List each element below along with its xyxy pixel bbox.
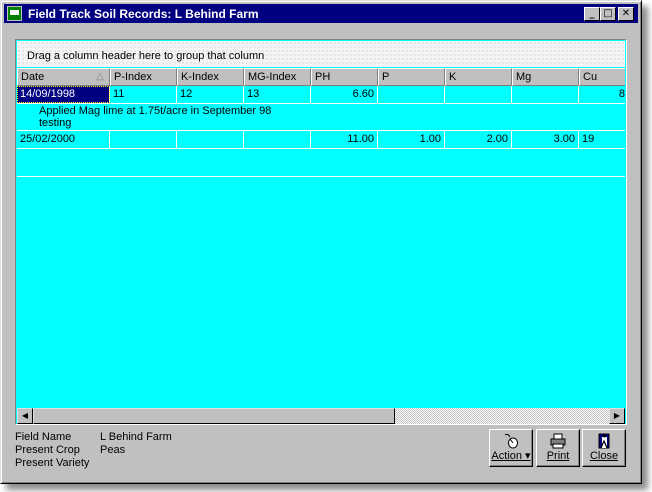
scroll-right-button[interactable]: ▶ xyxy=(609,408,625,424)
printer-icon xyxy=(550,433,566,449)
cell-mg[interactable]: 3.00 xyxy=(512,131,579,148)
minimize-button[interactable]: _ xyxy=(584,7,600,21)
soil-records-grid[interactable]: Drag a column header here to group that … xyxy=(15,39,627,425)
maximize-button[interactable]: □ xyxy=(600,7,616,21)
column-header-mg[interactable]: Mg xyxy=(512,68,579,86)
column-header-cu[interactable]: Cu xyxy=(579,68,625,86)
column-header-p-index[interactable]: P-Index xyxy=(110,68,177,86)
action-button[interactable]: Action ▾ xyxy=(489,429,533,467)
present-crop-value: Peas xyxy=(100,444,126,456)
cell-p[interactable] xyxy=(378,86,445,103)
mouse-icon xyxy=(504,433,518,449)
cell-mg[interactable] xyxy=(512,86,579,103)
cell-k-index[interactable] xyxy=(177,131,244,148)
cell-date[interactable]: 14/09/1998 xyxy=(17,86,110,103)
print-button-label: Print xyxy=(546,450,570,462)
row-note[interactable]: testing xyxy=(39,117,71,129)
close-window-button[interactable]: ✕ xyxy=(618,7,634,21)
field-name-value: L Behind Farm xyxy=(100,431,172,443)
action-button-label: Action ▾ xyxy=(491,450,531,462)
grid-body: 14/09/1998 11 12 13 6.60 8 Applied Mag l… xyxy=(17,86,625,408)
present-variety-label: Present Variety xyxy=(15,457,90,469)
column-header-k[interactable]: K xyxy=(445,68,512,86)
cell-k[interactable]: 2.00 xyxy=(445,131,512,148)
table-row[interactable]: 14/09/1998 11 12 13 6.60 8 xyxy=(17,86,625,104)
cell-p[interactable]: 1.00 xyxy=(378,131,445,148)
column-header-row: Date △ P-Index K-Index MG-Index PH P K M… xyxy=(17,68,625,86)
print-button[interactable]: Print xyxy=(536,429,580,467)
column-header-k-index[interactable]: K-Index xyxy=(177,68,244,86)
exit-icon xyxy=(598,433,610,449)
close-button-label: Close xyxy=(589,450,619,462)
column-header-mg-index[interactable]: MG-Index xyxy=(244,68,311,86)
group-by-hint: Drag a column header here to group that … xyxy=(27,50,265,62)
cell-k[interactable] xyxy=(445,86,512,103)
present-crop-label: Present Crop xyxy=(15,444,80,456)
column-header-date[interactable]: Date △ xyxy=(17,68,110,86)
sort-ascending-icon: △ xyxy=(96,71,104,82)
group-by-panel[interactable]: Drag a column header here to group that … xyxy=(17,41,625,67)
cell-cu[interactable]: 8 xyxy=(579,86,625,103)
field-name-label: Field Name xyxy=(15,431,72,443)
cell-mg-index[interactable] xyxy=(244,131,311,148)
row-note[interactable]: Applied Mag lime at 1.75t/acre in Septem… xyxy=(39,105,271,117)
cell-mg-index[interactable]: 13 xyxy=(244,86,311,103)
scroll-thumb[interactable] xyxy=(33,408,395,424)
column-header-ph[interactable]: PH xyxy=(311,68,378,86)
horizontal-scrollbar[interactable]: ◀ ▶ xyxy=(17,408,625,424)
close-button[interactable]: Close xyxy=(582,429,626,467)
app-icon[interactable] xyxy=(7,6,22,21)
cell-date[interactable]: 25/02/2000 xyxy=(17,131,110,148)
cell-ph[interactable]: 11.00 xyxy=(311,131,378,148)
cell-cu[interactable]: 19 xyxy=(579,131,625,148)
scroll-left-button[interactable]: ◀ xyxy=(17,408,33,424)
cell-p-index[interactable] xyxy=(110,131,177,148)
column-header-p[interactable]: P xyxy=(378,68,445,86)
window-title: Field Track Soil Records: L Behind Farm xyxy=(28,7,259,21)
cell-p-index[interactable]: 11 xyxy=(110,86,177,103)
column-header-label: Date xyxy=(21,71,45,83)
table-row[interactable]: 25/02/2000 11.00 1.00 2.00 3.00 19 xyxy=(17,131,625,149)
cell-ph[interactable]: 6.60 xyxy=(311,86,378,103)
title-bar[interactable]: Field Track Soil Records: L Behind Farm … xyxy=(4,4,638,23)
soil-records-window: Field Track Soil Records: L Behind Farm … xyxy=(0,0,642,484)
cell-k-index[interactable]: 12 xyxy=(177,86,244,103)
row-divider xyxy=(17,176,625,177)
